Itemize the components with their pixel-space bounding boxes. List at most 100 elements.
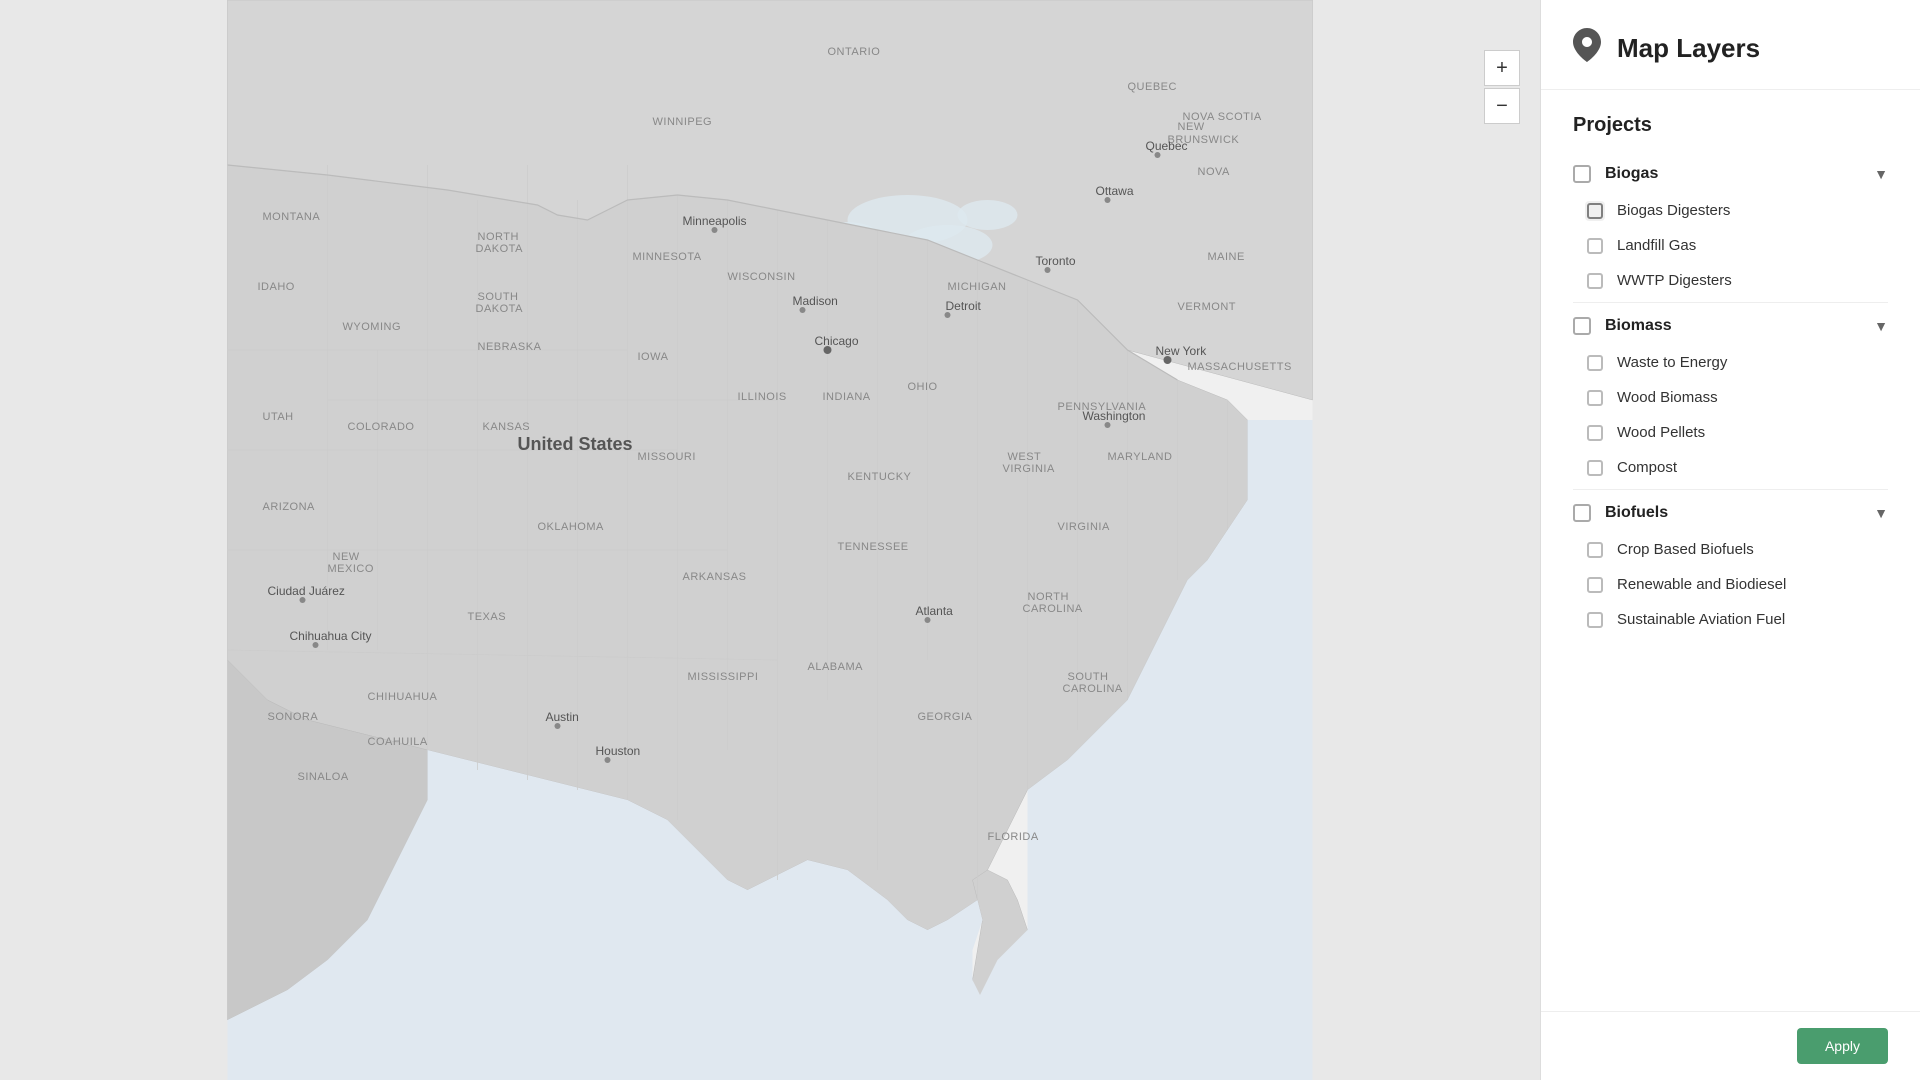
renewable-biodiesel-checkbox[interactable] bbox=[1587, 577, 1603, 593]
panel-footer: Apply bbox=[1541, 1011, 1920, 1080]
svg-text:SOUTH: SOUTH bbox=[478, 291, 519, 303]
compost-label: Compost bbox=[1617, 459, 1677, 476]
svg-text:Houston: Houston bbox=[596, 744, 641, 758]
svg-text:IOWA: IOWA bbox=[638, 351, 669, 363]
wwtp-digesters-checkbox[interactable] bbox=[1587, 273, 1603, 289]
biogas-checkbox[interactable] bbox=[1573, 165, 1591, 183]
svg-text:WISCONSIN: WISCONSIN bbox=[728, 271, 796, 283]
svg-text:SOUTH: SOUTH bbox=[1068, 671, 1109, 683]
sustainable-aviation-fuel-label: Sustainable Aviation Fuel bbox=[1617, 611, 1785, 628]
divider-2 bbox=[1573, 489, 1888, 490]
svg-text:New York: New York bbox=[1156, 344, 1208, 358]
svg-text:Ottawa: Ottawa bbox=[1096, 184, 1134, 198]
category-biomass[interactable]: Biomass ▼ bbox=[1573, 307, 1888, 345]
panel-title: Map Layers bbox=[1617, 33, 1760, 64]
svg-text:DAKOTA: DAKOTA bbox=[476, 243, 524, 255]
wood-pellets-checkbox[interactable] bbox=[1587, 425, 1603, 441]
svg-text:NOVA: NOVA bbox=[1198, 166, 1231, 178]
waste-to-energy-label: Waste to Energy bbox=[1617, 354, 1727, 371]
svg-text:Washington: Washington bbox=[1083, 409, 1146, 423]
list-item-wwtp-digesters[interactable]: WWTP Digesters bbox=[1573, 263, 1888, 298]
svg-text:ARIZONA: ARIZONA bbox=[263, 501, 316, 513]
svg-text:MEXICO: MEXICO bbox=[328, 563, 374, 575]
landfill-gas-checkbox[interactable] bbox=[1587, 238, 1603, 254]
svg-text:Winnipeg: Winnipeg bbox=[653, 116, 713, 128]
svg-text:ALABAMA: ALABAMA bbox=[808, 661, 864, 673]
list-item-waste-to-energy[interactable]: Waste to Energy bbox=[1573, 345, 1888, 380]
list-item-wood-biomass[interactable]: Wood Biomass bbox=[1573, 380, 1888, 415]
projects-section: Projects Biogas ▼ Biogas Digesters Landf… bbox=[1541, 90, 1920, 653]
svg-text:KENTUCKY: KENTUCKY bbox=[848, 471, 912, 483]
svg-text:NEBRASKA: NEBRASKA bbox=[478, 341, 542, 353]
svg-text:Chihuahua City: Chihuahua City bbox=[290, 629, 372, 643]
apply-button[interactable]: Apply bbox=[1797, 1028, 1888, 1064]
renewable-biodiesel-label: Renewable and Biodiesel bbox=[1617, 576, 1786, 593]
svg-text:NORTH: NORTH bbox=[1028, 591, 1069, 603]
svg-text:KANSAS: KANSAS bbox=[483, 421, 531, 433]
wood-biomass-label: Wood Biomass bbox=[1617, 389, 1718, 406]
svg-text:SONORA: SONORA bbox=[268, 711, 319, 723]
map-container[interactable]: Winnipeg ONTARIO QUEBEC NEW BRUNSWICK NO… bbox=[0, 0, 1540, 1080]
svg-text:VIRGINIA: VIRGINIA bbox=[1003, 463, 1055, 475]
svg-text:TENNESSEE: TENNESSEE bbox=[838, 541, 909, 553]
biogas-digesters-label: Biogas Digesters bbox=[1617, 202, 1730, 219]
divider-1 bbox=[1573, 302, 1888, 303]
svg-text:Detroit: Detroit bbox=[946, 299, 982, 313]
list-item-wood-pellets[interactable]: Wood Pellets bbox=[1573, 415, 1888, 450]
svg-text:MARYLAND: MARYLAND bbox=[1108, 451, 1173, 463]
svg-text:Atlanta: Atlanta bbox=[916, 604, 954, 618]
svg-text:VIRGINIA: VIRGINIA bbox=[1058, 521, 1110, 533]
svg-text:ONTARIO: ONTARIO bbox=[828, 46, 881, 58]
panel-header: Map Layers bbox=[1541, 0, 1920, 90]
svg-text:NEW: NEW bbox=[333, 551, 360, 563]
map-layers-panel: Map Layers Projects Biogas ▼ Biogas Dige… bbox=[1540, 0, 1920, 1080]
zoom-in-button[interactable]: + bbox=[1484, 50, 1520, 86]
svg-text:GEORGIA: GEORGIA bbox=[918, 711, 973, 723]
svg-text:MISSOURI: MISSOURI bbox=[638, 451, 696, 463]
svg-text:MAINE: MAINE bbox=[1208, 251, 1245, 263]
category-biofuels[interactable]: Biofuels ▼ bbox=[1573, 494, 1888, 532]
svg-text:MONTANA: MONTANA bbox=[263, 211, 321, 223]
category-biogas[interactable]: Biogas ▼ bbox=[1573, 155, 1888, 193]
biofuels-checkbox[interactable] bbox=[1573, 504, 1591, 522]
biomass-chevron-icon: ▼ bbox=[1874, 318, 1888, 334]
svg-text:Quebec: Quebec bbox=[1146, 139, 1188, 153]
list-item-biogas-digesters[interactable]: Biogas Digesters bbox=[1573, 193, 1888, 228]
list-item-crop-based-biofuels[interactable]: Crop Based Biofuels bbox=[1573, 532, 1888, 567]
zoom-out-button[interactable]: − bbox=[1484, 88, 1520, 124]
svg-text:ILLINOIS: ILLINOIS bbox=[738, 391, 787, 403]
svg-text:ARKANSAS: ARKANSAS bbox=[683, 571, 747, 583]
list-item-sustainable-aviation-fuel[interactable]: Sustainable Aviation Fuel bbox=[1573, 602, 1888, 637]
list-item-landfill-gas[interactable]: Landfill Gas bbox=[1573, 228, 1888, 263]
biogas-digesters-checkbox[interactable] bbox=[1587, 203, 1603, 219]
svg-text:MICHIGAN: MICHIGAN bbox=[948, 281, 1007, 293]
svg-text:CAROLINA: CAROLINA bbox=[1063, 683, 1123, 695]
svg-text:CHIHUAHUA: CHIHUAHUA bbox=[368, 691, 438, 703]
svg-text:MASSACHUSETTS: MASSACHUSETTS bbox=[1188, 361, 1292, 373]
biomass-label: Biomass bbox=[1605, 317, 1874, 335]
sustainable-aviation-fuel-checkbox[interactable] bbox=[1587, 612, 1603, 628]
svg-text:Madison: Madison bbox=[793, 294, 838, 308]
waste-to-energy-checkbox[interactable] bbox=[1587, 355, 1603, 371]
list-item-renewable-biodiesel[interactable]: Renewable and Biodiesel bbox=[1573, 567, 1888, 602]
svg-text:OHIO: OHIO bbox=[908, 381, 938, 393]
zoom-controls: + − bbox=[1484, 50, 1520, 124]
wood-biomass-checkbox[interactable] bbox=[1587, 390, 1603, 406]
crop-based-biofuels-label: Crop Based Biofuels bbox=[1617, 541, 1754, 558]
biogas-chevron-icon: ▼ bbox=[1874, 166, 1888, 182]
svg-text:IDAHO: IDAHO bbox=[258, 281, 295, 293]
biofuels-label: Biofuels bbox=[1605, 504, 1874, 522]
svg-text:NORTH: NORTH bbox=[478, 231, 519, 243]
list-item-compost[interactable]: Compost bbox=[1573, 450, 1888, 485]
svg-text:SINALOA: SINALOA bbox=[298, 771, 349, 783]
biogas-label: Biogas bbox=[1605, 165, 1874, 183]
svg-text:Toronto: Toronto bbox=[1036, 254, 1076, 268]
svg-text:MISSISSIPPI: MISSISSIPPI bbox=[688, 671, 759, 683]
crop-based-biofuels-checkbox[interactable] bbox=[1587, 542, 1603, 558]
svg-text:INDIANA: INDIANA bbox=[823, 391, 871, 403]
svg-text:Austin: Austin bbox=[546, 710, 579, 724]
compost-checkbox[interactable] bbox=[1587, 460, 1603, 476]
svg-text:Chicago: Chicago bbox=[815, 334, 859, 348]
svg-text:COLORADO: COLORADO bbox=[348, 421, 415, 433]
biomass-checkbox[interactable] bbox=[1573, 317, 1591, 335]
